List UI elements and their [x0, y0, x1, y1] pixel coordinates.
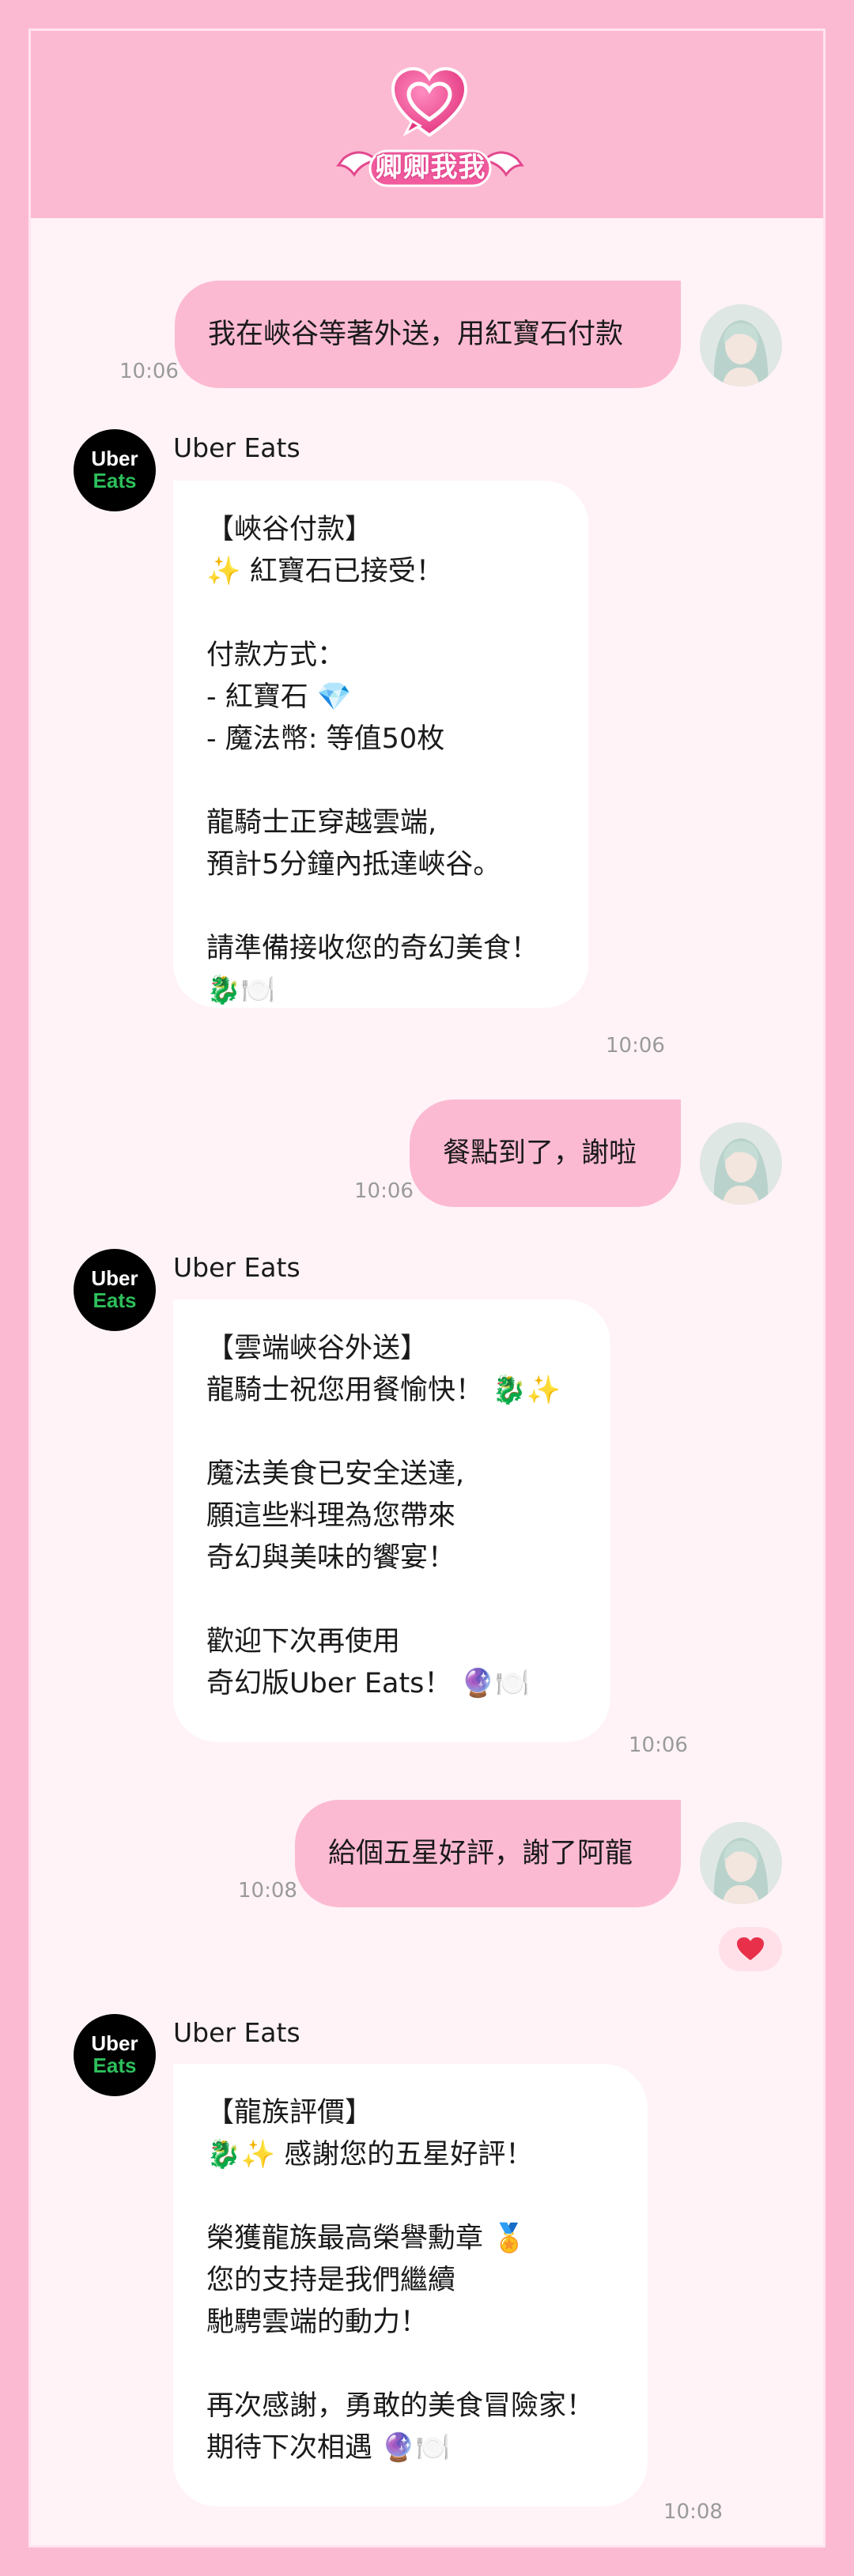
heart-reaction[interactable]: [719, 1927, 782, 1971]
avatar-brand-line2: Eats: [93, 1288, 137, 1312]
uber-eats-avatar[interactable]: Uber Eats: [74, 1249, 156, 1331]
avatar-brand-line1: Uber: [91, 1266, 138, 1290]
outgoing-message-bubble[interactable]: 給個五星好評，謝了阿龍: [295, 1800, 681, 1907]
sender-name: Uber Eats: [173, 1252, 300, 1283]
user-avatar[interactable]: [700, 1822, 782, 1904]
avatar-brand-line1: Uber: [91, 447, 138, 470]
message-timestamp: 10:06: [354, 1179, 414, 1203]
sender-name: Uber Eats: [173, 432, 300, 463]
message-timestamp: 10:08: [663, 2500, 723, 2524]
user-avatar-icon: [700, 1822, 782, 1904]
message-timestamp: 10:08: [238, 1879, 297, 1903]
incoming-message-bubble[interactable]: 【龍族評價】 🐉✨ 感謝您的五星好評！ 榮獲龍族最高榮譽勳章 🏅 您的支持是我們…: [173, 2064, 648, 2506]
outgoing-message-bubble[interactable]: 我在峽谷等著外送，用紅寶石付款: [175, 281, 681, 388]
avatar-brand-line1: Uber: [91, 2031, 138, 2055]
outgoing-message-bubble[interactable]: 餐點到了，謝啦: [410, 1099, 681, 1207]
avatar-brand-line2: Eats: [93, 2054, 137, 2077]
chat-frame: 卿卿我我 我在峽谷等著外送，用紅寶石付款 10:06 Uber Eats Ube…: [28, 28, 826, 2548]
logo-text: 卿卿我我: [375, 152, 486, 183]
heart-chat-logo-icon: [391, 66, 468, 138]
incoming-message-bubble[interactable]: 【雲端峽谷外送】 龍騎士祝您用餐愉快！ 🐉✨ 魔法美食已安全送達, 願這些料理為…: [173, 1299, 610, 1742]
user-avatar-icon: [700, 1122, 782, 1205]
user-avatar[interactable]: [700, 1122, 782, 1205]
message-timestamp: 10:06: [629, 1733, 688, 1757]
message-timestamp: 10:06: [119, 360, 179, 383]
user-avatar[interactable]: [700, 304, 782, 387]
message-timestamp: 10:06: [606, 1034, 665, 1058]
sender-name: Uber Eats: [173, 2017, 300, 2048]
user-avatar-icon: [700, 304, 782, 387]
avatar-brand-line2: Eats: [93, 469, 137, 492]
heart-icon: [737, 1937, 764, 1960]
incoming-message-bubble[interactable]: 【峽谷付款】 ✨ 紅寶石已接受！ 付款方式： - 紅寶石 💎 - 魔法幣: 等值…: [173, 481, 588, 1008]
uber-eats-avatar[interactable]: Uber Eats: [74, 2014, 156, 2096]
uber-eats-avatar[interactable]: Uber Eats: [74, 429, 156, 511]
chat-header: 卿卿我我: [31, 31, 823, 218]
